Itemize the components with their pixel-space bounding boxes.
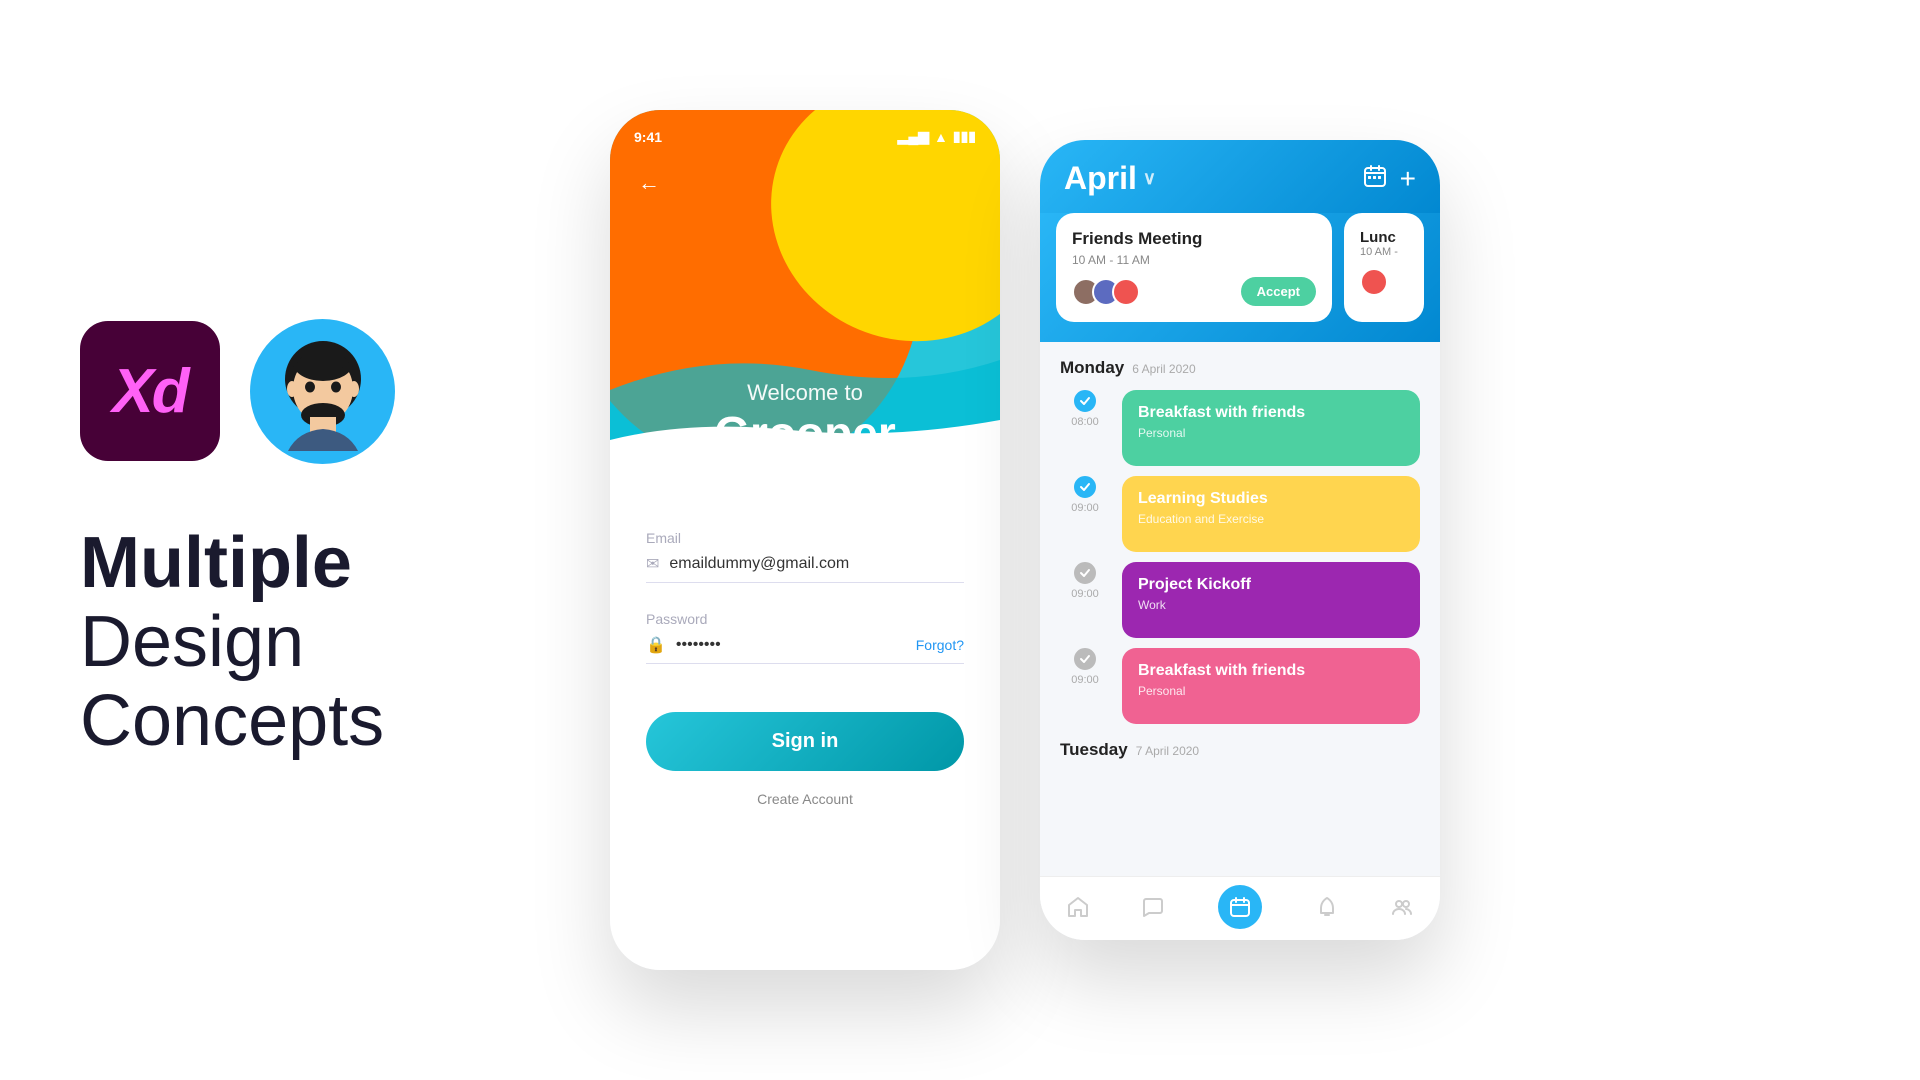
event-subtitle-2: Education and Exercise	[1138, 512, 1404, 526]
cal-header: April ∨ +	[1040, 140, 1440, 213]
forgot-link[interactable]: Forgot?	[916, 637, 964, 653]
meeting-card-2-time: 10 AM -	[1360, 246, 1408, 258]
nav-calendar[interactable]	[1218, 885, 1262, 929]
monday-header: Monday 6 April 2020	[1060, 358, 1420, 378]
phone-calendar: April ∨ +	[1040, 140, 1440, 940]
wifi-icon: ▲	[934, 129, 948, 145]
event-row-4: 09:00 Breakfast with friends Personal	[1060, 648, 1420, 724]
month-label: April	[1064, 160, 1137, 197]
meeting-card-1-time: 10 AM - 11 AM	[1072, 253, 1316, 267]
nav-home[interactable]	[1067, 896, 1089, 918]
meeting-card-1-footer: Accept	[1072, 277, 1316, 306]
lock-icon: 🔒	[646, 635, 666, 655]
event-subtitle-4: Personal	[1138, 684, 1404, 698]
tuesday-section: Tuesday 7 April 2020	[1060, 740, 1420, 760]
event-check-4	[1074, 648, 1096, 670]
event-check-2	[1074, 476, 1096, 498]
status-time: 9:41	[634, 129, 662, 145]
welcome-text: Welcome to Grooper	[610, 380, 1000, 460]
page-wrapper: Xd	[0, 0, 1920, 1080]
cal-nav	[1040, 876, 1440, 940]
signal-icon: ▂▄▆	[898, 128, 929, 145]
event-time-4: 09:00	[1071, 674, 1099, 686]
email-input[interactable]	[669, 555, 964, 573]
event-time-2: 09:00	[1071, 502, 1099, 514]
event-time-col-4: 09:00	[1060, 648, 1110, 686]
cal-title: April ∨	[1064, 160, 1156, 197]
monday-date: 6 April 2020	[1132, 362, 1195, 376]
logos-row: Xd	[80, 319, 500, 464]
app-name-label: Grooper	[610, 406, 1000, 460]
monday-section: Monday 6 April 2020 08:00 Breakfast with	[1060, 358, 1420, 724]
event-subtitle-3: Work	[1138, 598, 1404, 612]
meeting-card-2-title: Lunc	[1360, 229, 1408, 246]
meeting-avatars	[1072, 278, 1132, 306]
meeting-card-1-title: Friends Meeting	[1072, 229, 1316, 249]
headline-light1: Design	[80, 603, 500, 682]
email-icon: ✉	[646, 554, 659, 574]
xd-label: Xd	[112, 356, 187, 427]
event-title-1: Breakfast with friends	[1138, 404, 1404, 422]
event-time-3: 09:00	[1071, 588, 1099, 600]
event-time-col-2: 09:00	[1060, 476, 1110, 514]
tuesday-label: Tuesday	[1060, 740, 1128, 760]
cal-header-icons: +	[1364, 163, 1416, 195]
create-account-link[interactable]: Create Account	[646, 791, 964, 807]
nav-chat[interactable]	[1142, 896, 1164, 918]
event-title-4: Breakfast with friends	[1138, 662, 1404, 680]
login-form: Email ✉ Password 🔒 Forgot? Sign in Cr	[610, 490, 1000, 970]
event-row-3: 09:00 Project Kickoff Work	[1060, 562, 1420, 638]
status-bar: 9:41 ▂▄▆ ▲ ▮▮▮	[610, 128, 1000, 145]
cal-scroll[interactable]: Monday 6 April 2020 08:00 Breakfast with	[1040, 342, 1440, 876]
monday-label: Monday	[1060, 358, 1124, 378]
tuesday-header: Tuesday 7 April 2020	[1060, 740, 1420, 760]
event-card-1[interactable]: Breakfast with friends Personal	[1122, 390, 1420, 466]
add-icon[interactable]: +	[1400, 163, 1416, 195]
blob-header: 9:41 ▂▄▆ ▲ ▮▮▮ ← Welcome to Grooper	[610, 110, 1000, 490]
event-time-col-3: 09:00	[1060, 562, 1110, 600]
event-time-col-1: 08:00	[1060, 390, 1110, 428]
avatar-icon	[268, 331, 378, 451]
avatar-3	[1112, 278, 1140, 306]
event-time-1: 08:00	[1071, 416, 1099, 428]
event-row-1: 08:00 Breakfast with friends Personal	[1060, 390, 1420, 466]
tuesday-date: 7 April 2020	[1136, 744, 1199, 758]
phone-login: 9:41 ▂▄▆ ▲ ▮▮▮ ← Welcome to Grooper	[610, 110, 1000, 970]
password-input[interactable]	[676, 636, 906, 654]
headline-light2: Concepts	[80, 682, 500, 761]
battery-icon: ▮▮▮	[953, 128, 976, 145]
headline: Multiple Design Concepts	[80, 524, 500, 762]
avatar-circle	[250, 319, 395, 464]
signin-button[interactable]: Sign in	[646, 712, 964, 771]
event-card-2[interactable]: Learning Studies Education and Exercise	[1122, 476, 1420, 552]
nav-bell[interactable]	[1316, 896, 1338, 918]
meeting-card-1: Friends Meeting 10 AM - 11 AM Accept	[1056, 213, 1332, 322]
xd-logo: Xd	[80, 321, 220, 461]
chevron-down-icon[interactable]: ∨	[1143, 168, 1156, 189]
accept-button[interactable]: Accept	[1241, 277, 1316, 306]
welcome-to-label: Welcome to	[610, 380, 1000, 406]
headline-bold: Multiple	[80, 524, 500, 603]
meeting-card-2-avatar	[1360, 268, 1388, 296]
email-label: Email	[646, 530, 964, 546]
nav-group[interactable]	[1391, 896, 1413, 918]
back-button[interactable]: ←	[638, 170, 660, 196]
meeting-card-2: Lunc 10 AM -	[1344, 213, 1424, 322]
event-card-4[interactable]: Breakfast with friends Personal	[1122, 648, 1420, 724]
event-card-3[interactable]: Project Kickoff Work	[1122, 562, 1420, 638]
left-panel: Xd	[0, 0, 580, 1080]
calendar-grid-icon[interactable]	[1364, 165, 1386, 193]
meeting-cards-row: Friends Meeting 10 AM - 11 AM Accept Lun…	[1040, 213, 1440, 342]
event-subtitle-1: Personal	[1138, 426, 1404, 440]
event-title-2: Learning Studies	[1138, 490, 1404, 508]
event-title-3: Project Kickoff	[1138, 576, 1404, 594]
email-group: Email ✉	[646, 530, 964, 583]
event-check-1	[1074, 390, 1096, 412]
password-label: Password	[646, 611, 964, 627]
password-group: Password 🔒 Forgot?	[646, 611, 964, 664]
event-check-3	[1074, 562, 1096, 584]
event-row-2: 09:00 Learning Studies Education and Exe…	[1060, 476, 1420, 552]
